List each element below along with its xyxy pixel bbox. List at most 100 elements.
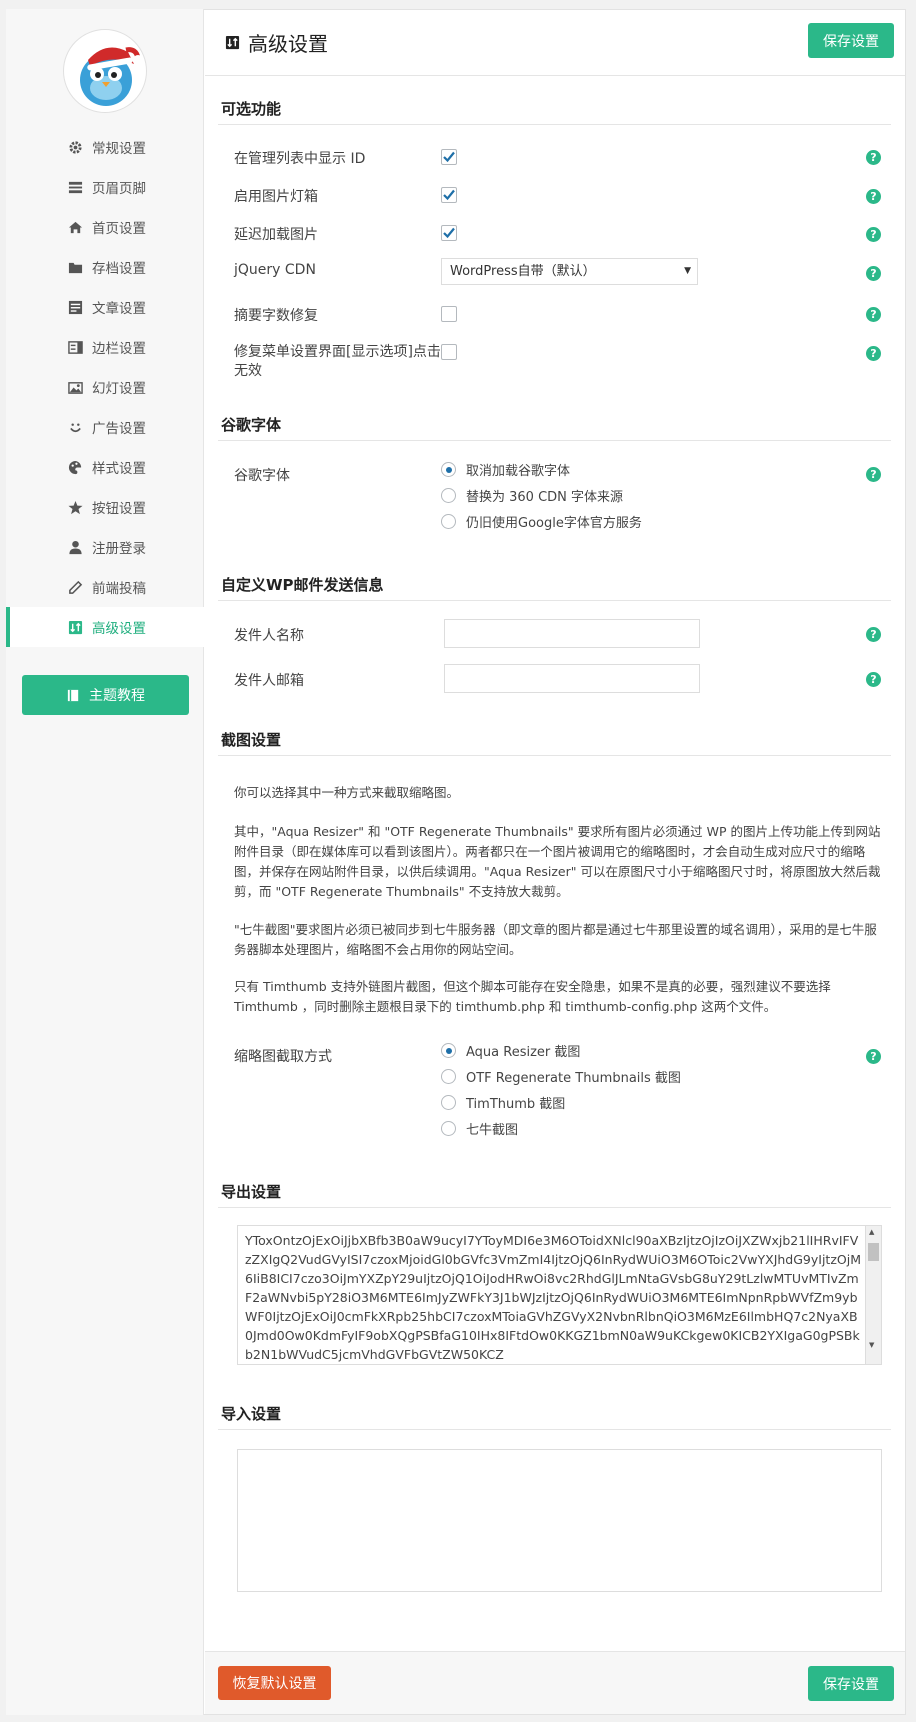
sidebar-item-archive[interactable]: 存档设置 bbox=[6, 247, 204, 287]
excerpt-fix-label: 摘要字数修复 bbox=[234, 308, 318, 324]
help-icon[interactable]: ? bbox=[866, 672, 881, 687]
google-fonts-option-google[interactable]: 仍旧使用Google字体官方服务 bbox=[441, 512, 642, 531]
radio-button[interactable] bbox=[441, 1069, 456, 1084]
export-textarea[interactable]: YToxOntzOjExOiJjbXBfb3B0aW9ucyI7YToyMDI6… bbox=[237, 1225, 882, 1365]
thumbnail-option-otf[interactable]: OTF Regenerate Thumbnails 截图 bbox=[441, 1067, 681, 1086]
checkmark-icon bbox=[443, 227, 455, 239]
sidebar-item-label: 前端投稿 bbox=[92, 581, 146, 597]
gear-icon bbox=[69, 141, 82, 154]
divider bbox=[218, 600, 891, 601]
thumbnail-intro: 你可以选择其中一种方式来截取缩略图。 bbox=[234, 785, 460, 800]
user-icon bbox=[69, 540, 82, 555]
lightbox-checkbox[interactable] bbox=[441, 187, 457, 203]
help-icon[interactable]: ? bbox=[866, 627, 881, 642]
sidebar-item-label: 文章设置 bbox=[92, 301, 146, 317]
slides-icon bbox=[68, 382, 83, 394]
sidebar-item-label: 样式设置 bbox=[92, 461, 146, 477]
radio-button[interactable] bbox=[441, 1043, 456, 1058]
help-icon[interactable]: ? bbox=[866, 227, 881, 242]
radio-button[interactable] bbox=[441, 462, 456, 477]
option-label: 仍旧使用Google字体官方服务 bbox=[466, 516, 642, 531]
thumbnail-option-qiniu[interactable]: 七牛截图 bbox=[441, 1119, 518, 1138]
section-title-import: 导入设置 bbox=[221, 1405, 282, 1423]
home-icon bbox=[68, 221, 83, 234]
star-icon bbox=[68, 500, 83, 515]
divider bbox=[218, 1429, 891, 1430]
sidebar-item-style[interactable]: 样式设置 bbox=[6, 447, 204, 487]
sidebar-item-sidebar[interactable]: 边栏设置 bbox=[6, 327, 204, 367]
option-label: TimThumb 截图 bbox=[466, 1097, 566, 1112]
sender-name-input[interactable] bbox=[444, 619, 700, 648]
caret-down-icon: ▼ bbox=[684, 266, 691, 276]
scroll-up-icon[interactable]: ▲ bbox=[869, 1228, 874, 1236]
menu-fix-label: 修复菜单设置界面[显示选项]点击无效 bbox=[234, 344, 441, 379]
tutorial-label: 主题教程 bbox=[89, 688, 145, 704]
google-fonts-label: 谷歌字体 bbox=[234, 468, 290, 484]
radio-button[interactable] bbox=[441, 514, 456, 529]
scroll-thumb[interactable] bbox=[868, 1243, 879, 1261]
help-icon[interactable]: ? bbox=[866, 150, 881, 165]
divider bbox=[218, 440, 891, 441]
theme-logo bbox=[63, 29, 147, 113]
thumbnail-desc-timthumb: 只有 Timthumb 支持外链图片截图，但这个脚本可能存在安全隐患，如果不是真… bbox=[234, 979, 831, 1014]
save-button-top[interactable]: 保存设置 bbox=[808, 23, 894, 58]
thumbnail-desc-qiniu: "七牛截图"要求图片必须已被同步到七牛服务器（即文章的图片都是通过七牛那里设置的… bbox=[234, 922, 877, 957]
divider bbox=[218, 124, 891, 125]
sort-icon bbox=[68, 620, 83, 635]
radio-button[interactable] bbox=[441, 1095, 456, 1110]
save-button-bottom[interactable]: 保存设置 bbox=[808, 1666, 894, 1701]
sidebar-item-label: 边栏设置 bbox=[92, 341, 146, 357]
help-icon[interactable]: ? bbox=[866, 467, 881, 482]
sidebar-item-label: 按钮设置 bbox=[92, 501, 146, 517]
help-icon[interactable]: ? bbox=[866, 307, 881, 322]
header-footer-icon bbox=[68, 181, 83, 194]
jquery-cdn-select[interactable]: WordPress自带（默认） ▼ bbox=[441, 258, 698, 285]
reset-defaults-button[interactable]: 恢复默认设置 bbox=[218, 1666, 331, 1700]
sidebar-item-slides[interactable]: 幻灯设置 bbox=[6, 367, 204, 407]
help-icon[interactable]: ? bbox=[866, 266, 881, 281]
sidebar-item-label: 首页设置 bbox=[92, 221, 146, 237]
sidebar-item-home[interactable]: 首页设置 bbox=[6, 207, 204, 247]
menu-fix-checkbox[interactable] bbox=[441, 344, 457, 360]
google-fonts-option-disable[interactable]: 取消加载谷歌字体 bbox=[441, 460, 570, 479]
section-title-google-fonts: 谷歌字体 bbox=[221, 416, 282, 434]
radio-button[interactable] bbox=[441, 1121, 456, 1136]
show-id-checkbox[interactable] bbox=[441, 149, 457, 165]
radio-button[interactable] bbox=[441, 488, 456, 503]
checkmark-icon bbox=[443, 189, 455, 201]
section-title-mail: 自定义WP邮件发送信息 bbox=[221, 576, 384, 594]
export-scrollbar[interactable]: ▲ ▼ bbox=[865, 1226, 881, 1364]
sender-email-label: 发件人邮箱 bbox=[234, 673, 304, 689]
option-label: 七牛截图 bbox=[466, 1123, 519, 1138]
sidebar-item-login[interactable]: 注册登录 bbox=[6, 527, 204, 567]
show-id-label: 在管理列表中显示 ID bbox=[234, 151, 366, 167]
import-textarea[interactable] bbox=[237, 1449, 882, 1592]
sidebar-item-article[interactable]: 文章设置 bbox=[6, 287, 204, 327]
page-header: 高级设置 bbox=[205, 9, 905, 76]
import-value bbox=[238, 1450, 881, 1588]
palette-icon bbox=[68, 460, 82, 475]
help-icon[interactable]: ? bbox=[866, 1049, 881, 1064]
lazyload-label: 延迟加载图片 bbox=[234, 227, 318, 243]
sidebar-item-ads[interactable]: 广告设置 bbox=[6, 407, 204, 447]
sender-email-input[interactable] bbox=[444, 664, 700, 693]
scroll-down-icon[interactable]: ▼ bbox=[869, 1341, 874, 1349]
thumbnail-option-timthumb[interactable]: TimThumb 截图 bbox=[441, 1093, 565, 1112]
help-icon[interactable]: ? bbox=[866, 346, 881, 361]
option-label: 替换为 360 CDN 字体来源 bbox=[466, 490, 624, 505]
thumbnail-desc-aqua-otf: 其中，"Aqua Resizer" 和 "OTF Regenerate Thum… bbox=[234, 824, 881, 899]
sender-name-label: 发件人名称 bbox=[234, 628, 304, 644]
lazyload-checkbox[interactable] bbox=[441, 225, 457, 241]
google-fonts-option-360cdn[interactable]: 替换为 360 CDN 字体来源 bbox=[441, 486, 623, 505]
sidebar-item-buttons[interactable]: 按钮设置 bbox=[6, 487, 204, 527]
sidebar-item-label: 高级设置 bbox=[92, 621, 146, 637]
sidebar-item-general[interactable]: 常规设置 bbox=[6, 127, 204, 167]
sidebar-item-header-footer[interactable]: 页眉页脚 bbox=[6, 167, 204, 207]
help-icon[interactable]: ? bbox=[866, 189, 881, 204]
thumbnail-option-aqua[interactable]: Aqua Resizer 截图 bbox=[441, 1041, 580, 1060]
sidebar-item-advanced[interactable]: 高级设置 bbox=[6, 607, 204, 647]
sidebar-item-label: 存档设置 bbox=[92, 261, 146, 277]
theme-tutorial-button[interactable]: 主题教程 bbox=[22, 675, 189, 715]
excerpt-fix-checkbox[interactable] bbox=[441, 306, 457, 322]
sidebar-item-submit[interactable]: 前端投稿 bbox=[6, 567, 204, 607]
